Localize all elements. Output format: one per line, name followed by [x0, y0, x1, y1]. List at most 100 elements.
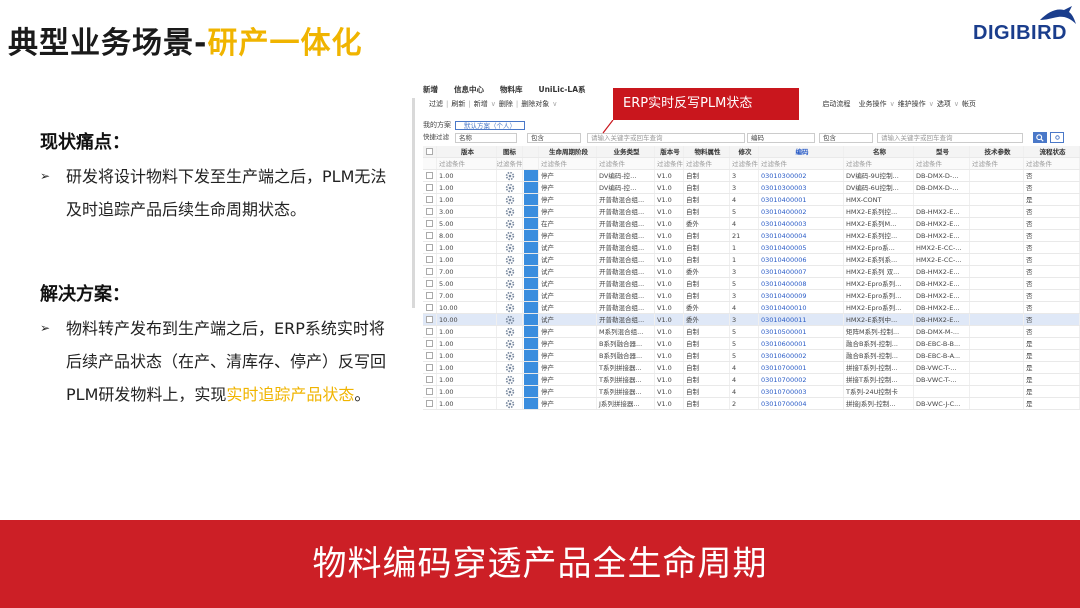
- menu-item[interactable]: 物料库: [500, 84, 523, 94]
- row-checkbox[interactable]: [423, 206, 437, 217]
- thumbnail-image[interactable]: [523, 242, 538, 253]
- table-row[interactable]: 1.00 停产 M系列混合组... V1.0 自制 5 03010500001 矩阵M系列-控…: [423, 326, 1080, 338]
- menu-item[interactable]: 信息中心: [454, 84, 484, 94]
- filter2-field-select[interactable]: 编码: [747, 133, 815, 143]
- thumbnail-image[interactable]: [523, 206, 538, 217]
- thumbnail-image[interactable]: [523, 362, 538, 373]
- thumbnail-image[interactable]: [523, 218, 538, 229]
- filter-cell[interactable]: 过滤条件: [539, 158, 597, 169]
- table-row[interactable]: 1.00 试产 开普勒混合组... V1.0 自制 1 03010400005 HMX2-Ep…: [423, 242, 1080, 254]
- col-header[interactable]: 版本: [437, 146, 497, 157]
- filter-cell[interactable]: 过滤条件: [497, 158, 523, 169]
- row-checkbox[interactable]: [423, 254, 437, 265]
- table-row[interactable]: 1.00 停产 T系列拼接器... V1.0 自制 4 03010700003 T系列-24U…: [423, 386, 1080, 398]
- toolbar-delete-object-button[interactable]: 删除对象: [521, 99, 549, 109]
- menu-item[interactable]: 新增: [423, 84, 438, 94]
- toolbar-new-button[interactable]: 新增: [474, 99, 488, 109]
- table-row[interactable]: 1.00 停产 B系列融合器... V1.0 自制 5 03010600002 融合B系列-控…: [423, 350, 1080, 362]
- plan-selector[interactable]: 默认方案（个人）: [455, 120, 525, 130]
- row-checkbox[interactable]: [423, 338, 437, 349]
- row-checkbox[interactable]: [423, 290, 437, 301]
- row-checkbox[interactable]: [423, 170, 437, 181]
- row-checkbox[interactable]: [423, 350, 437, 361]
- table-row[interactable]: 5.00 在产 开普勒混合组... V1.0 委外 4 03010400003 HMX2-E系…: [423, 218, 1080, 230]
- filter-settings-button[interactable]: [1050, 132, 1064, 143]
- table-row[interactable]: 1.00 停产 开普勒混合组... V1.0 自制 4 03010400001 HMX-CON…: [423, 194, 1080, 206]
- col-header[interactable]: 流程状态: [1024, 146, 1080, 157]
- select-all-checkbox[interactable]: [423, 146, 437, 157]
- thumbnail-image[interactable]: [523, 170, 538, 181]
- thumbnail-image[interactable]: [523, 374, 538, 385]
- col-header[interactable]: 技术参数: [970, 146, 1024, 157]
- filter-cell[interactable]: 过滤条件: [437, 158, 497, 169]
- table-row[interactable]: 10.00 试产 开普勒混合组... V1.0 委外 3 03010400011 HMX2-E…: [423, 314, 1080, 326]
- table-row[interactable]: 5.00 试产 开普勒混合组... V1.0 自制 5 03010400008 HMX2-Ep…: [423, 278, 1080, 290]
- toolbar-delete-button[interactable]: 删除: [499, 99, 513, 109]
- row-checkbox[interactable]: [423, 374, 437, 385]
- table-row[interactable]: 1.00 试产 开普勒混合组... V1.0 自制 1 03010400006 HMX2-E系…: [423, 254, 1080, 266]
- toolbar-maintain-button[interactable]: 维护操作: [898, 99, 926, 109]
- thumbnail-image[interactable]: [523, 302, 538, 313]
- table-row[interactable]: 1.00 停产 B系列融合器... V1.0 自制 5 03010600001 融合B系列-控…: [423, 338, 1080, 350]
- toolbar-filter-button[interactable]: 过滤: [429, 99, 443, 109]
- filter2-op-select[interactable]: 包含: [819, 133, 873, 143]
- filter-cell[interactable]: 过滤条件: [844, 158, 914, 169]
- row-checkbox[interactable]: [423, 266, 437, 277]
- col-header[interactable]: 生命周期阶段: [539, 146, 597, 157]
- row-checkbox[interactable]: [423, 326, 437, 337]
- filter-cell[interactable]: 过滤条件: [730, 158, 759, 169]
- filter1-field-select[interactable]: 名称: [455, 133, 517, 143]
- table-row[interactable]: 1.00 停产 T系列拼接器... V1.0 自制 4 03010700001 拼接T系列-控…: [423, 362, 1080, 374]
- thumbnail-image[interactable]: [523, 338, 538, 349]
- col-header[interactable]: 型号: [914, 146, 970, 157]
- menu-item[interactable]: UniLic-LA系: [539, 84, 586, 94]
- row-checkbox[interactable]: [423, 182, 437, 193]
- thumbnail-image[interactable]: [523, 386, 538, 397]
- col-header[interactable]: 编码: [759, 146, 844, 157]
- search-button[interactable]: [1033, 132, 1047, 143]
- thumbnail-image[interactable]: [523, 350, 538, 361]
- thumbnail-image[interactable]: [523, 182, 538, 193]
- row-checkbox[interactable]: [423, 218, 437, 229]
- row-checkbox[interactable]: [423, 386, 437, 397]
- toolbar-refresh-button[interactable]: 刷新: [451, 99, 465, 109]
- toolbar-options-button[interactable]: 选项: [937, 99, 951, 109]
- filter-cell[interactable]: 过滤条件: [655, 158, 684, 169]
- filter1-keyword-input[interactable]: 请输入关键字或回车查询: [587, 133, 745, 143]
- table-row[interactable]: 1.00 停产 DV编码-控... V1.0 自制 3 03010300002 DV编码-9U…: [423, 170, 1080, 182]
- thumbnail-image[interactable]: [523, 290, 538, 301]
- toolbar-business-button[interactable]: 业务操作: [859, 99, 887, 109]
- col-header[interactable]: 名称: [844, 146, 914, 157]
- thumbnail-image[interactable]: [523, 230, 538, 241]
- row-checkbox[interactable]: [423, 278, 437, 289]
- table-row[interactable]: 7.00 试产 开普勒混合组... V1.0 委外 3 03010400007 HMX2-E系…: [423, 266, 1080, 278]
- row-checkbox[interactable]: [423, 302, 437, 313]
- col-header[interactable]: 业务类型: [597, 146, 655, 157]
- thumbnail-image[interactable]: [523, 326, 538, 337]
- thumbnail-image[interactable]: [523, 398, 538, 409]
- filter1-op-select[interactable]: 包含: [527, 133, 581, 143]
- filter-cell[interactable]: 过滤条件: [597, 158, 655, 169]
- row-checkbox[interactable]: [423, 314, 437, 325]
- table-row[interactable]: 1.00 停产 DV编码-控... V1.0 自制 3 03010300003 DV编码-6U…: [423, 182, 1080, 194]
- table-row[interactable]: 8.00 停产 开普勒混合组... V1.0 自制 21 03010400004 HMX2-E…: [423, 230, 1080, 242]
- filter-cell[interactable]: 过滤条件: [914, 158, 970, 169]
- filter-cell[interactable]: 过滤条件: [759, 158, 844, 169]
- col-header[interactable]: 图标: [497, 146, 523, 157]
- thumbnail-image[interactable]: [523, 314, 538, 325]
- col-header[interactable]: 版本号: [655, 146, 684, 157]
- toolbar-account-button[interactable]: 帐页: [962, 99, 976, 109]
- row-checkbox[interactable]: [423, 230, 437, 241]
- thumbnail-image[interactable]: [523, 266, 538, 277]
- filter-cell[interactable]: 过滤条件: [1024, 158, 1080, 169]
- row-checkbox[interactable]: [423, 398, 437, 409]
- table-row[interactable]: 7.00 试产 开普勒混合组... V1.0 自制 3 03010400009 HMX2-Ep…: [423, 290, 1080, 302]
- table-row[interactable]: 3.00 停产 开普勒混合组... V1.0 自制 5 03010400002 HMX2-E系…: [423, 206, 1080, 218]
- table-row[interactable]: 10.00 试产 开普勒混合组... V1.0 委外 4 03010400010 HMX2-E…: [423, 302, 1080, 314]
- thumbnail-image[interactable]: [523, 194, 538, 205]
- row-checkbox[interactable]: [423, 242, 437, 253]
- table-row[interactable]: 1.00 停产 T系列拼接器... V1.0 自制 4 03010700002 拼接T系列-控…: [423, 374, 1080, 386]
- row-checkbox[interactable]: [423, 362, 437, 373]
- filter-cell[interactable]: 过滤条件: [970, 158, 1024, 169]
- thumbnail-image[interactable]: [523, 278, 538, 289]
